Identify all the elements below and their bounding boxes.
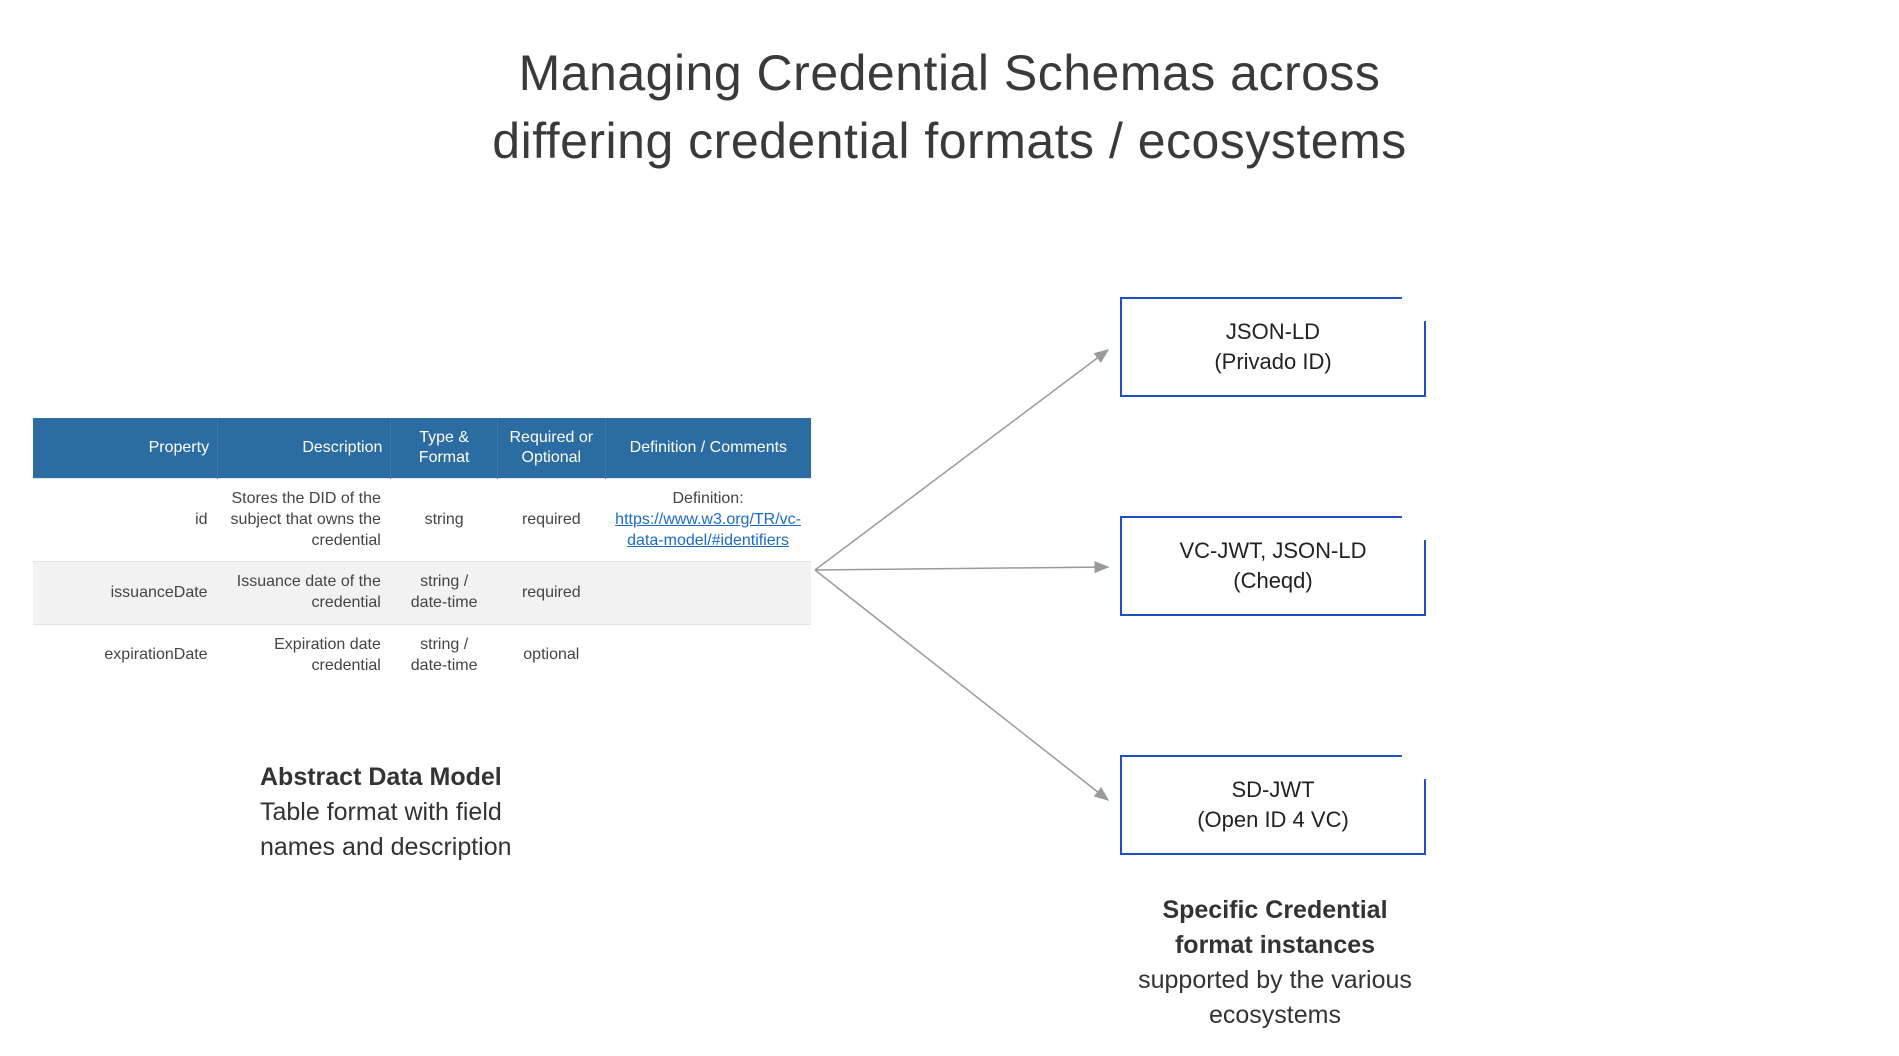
format-box-line2: (Open ID 4 VC) bbox=[1197, 807, 1349, 832]
format-caption-line4: ecosystems bbox=[1209, 1001, 1341, 1029]
header-description: Description bbox=[218, 418, 391, 479]
table-caption-line3: names and description bbox=[260, 833, 512, 861]
format-caption: Specific Credential format instances sup… bbox=[1095, 893, 1455, 1033]
cell-definition: Definition: https://www.w3.org/TR/vc-dat… bbox=[605, 479, 811, 562]
arrow-to-json-ld bbox=[815, 350, 1108, 570]
arrow-to-vc-jwt bbox=[815, 567, 1108, 570]
format-box-line2: (Privado ID) bbox=[1214, 349, 1331, 374]
table-row: expirationDate Expiration date credentia… bbox=[33, 624, 811, 686]
table-row: issuanceDate Issuance date of the creden… bbox=[33, 562, 811, 625]
format-box-vc-jwt: VC-JWT, JSON-LD (Cheqd) bbox=[1120, 516, 1426, 616]
format-box-line1: SD-JWT bbox=[1231, 777, 1314, 802]
header-definition: Definition / Comments bbox=[605, 418, 811, 479]
title-line-2: differing credential formats / ecosystem… bbox=[492, 113, 1406, 169]
table-caption: Abstract Data Model Table format with fi… bbox=[260, 760, 660, 865]
arrow-to-sd-jwt bbox=[815, 570, 1108, 800]
cell-required: required bbox=[497, 479, 605, 562]
cell-required: optional bbox=[497, 624, 605, 686]
format-caption-bold2: format instances bbox=[1175, 931, 1375, 959]
format-caption-bold1: Specific Credential bbox=[1162, 896, 1387, 924]
cell-definition bbox=[605, 562, 811, 625]
slide-title: Managing Credential Schemas across diffe… bbox=[0, 40, 1899, 175]
header-required: Required or Optional bbox=[497, 418, 605, 479]
header-property: Property bbox=[33, 418, 218, 479]
cell-definition bbox=[605, 624, 811, 686]
format-box-line1: JSON-LD bbox=[1226, 319, 1320, 344]
table-header-row: Property Description Type & Format Requi… bbox=[33, 418, 811, 479]
definition-link[interactable]: https://www.w3.org/TR/vc-data-model/#ide… bbox=[615, 511, 801, 549]
format-box-line1: VC-JWT, JSON-LD bbox=[1180, 538, 1367, 563]
format-caption-line3: supported by the various bbox=[1138, 966, 1412, 994]
cell-type: string bbox=[391, 479, 498, 562]
schema-table: Property Description Type & Format Requi… bbox=[33, 418, 811, 687]
cell-property: issuanceDate bbox=[33, 562, 218, 625]
cell-type: string / date-time bbox=[391, 562, 498, 625]
cell-property: expirationDate bbox=[33, 624, 218, 686]
table-caption-bold: Abstract Data Model bbox=[260, 763, 502, 791]
cell-required: required bbox=[497, 562, 605, 625]
table-caption-line2: Table format with field bbox=[260, 798, 502, 826]
abstract-data-model-table: Property Description Type & Format Requi… bbox=[33, 418, 811, 687]
format-box-line2: (Cheqd) bbox=[1233, 568, 1312, 593]
cell-description: Issuance date of the credential bbox=[218, 562, 391, 625]
cell-description: Stores the DID of the subject that owns … bbox=[218, 479, 391, 562]
format-box-json-ld: JSON-LD (Privado ID) bbox=[1120, 297, 1426, 397]
cell-property: id bbox=[33, 479, 218, 562]
title-line-1: Managing Credential Schemas across bbox=[519, 45, 1381, 101]
table-row: id Stores the DID of the subject that ow… bbox=[33, 479, 811, 562]
header-type: Type & Format bbox=[391, 418, 498, 479]
cell-description: Expiration date credential bbox=[218, 624, 391, 686]
format-box-sd-jwt: SD-JWT (Open ID 4 VC) bbox=[1120, 755, 1426, 855]
cell-type: string / date-time bbox=[391, 624, 498, 686]
definition-prefix: Definition: bbox=[673, 490, 744, 507]
